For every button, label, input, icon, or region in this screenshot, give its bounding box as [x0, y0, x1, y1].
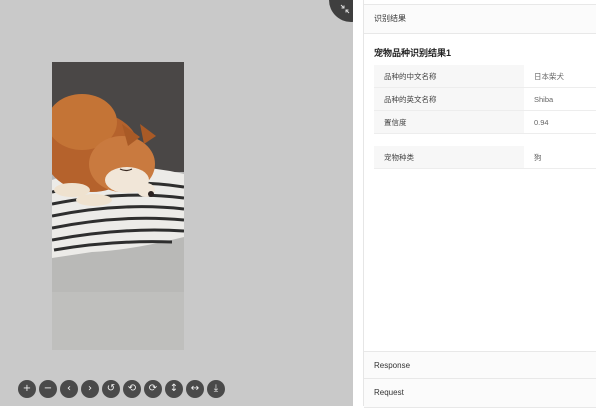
row-key: 置信度 [374, 111, 524, 133]
rotate-right-button[interactable]: ⟳ [144, 380, 162, 398]
request-header[interactable]: Request [364, 378, 596, 408]
flip-vertical-button[interactable]: ↕ [165, 380, 183, 398]
next-button[interactable]: › [81, 380, 99, 398]
flip-horizontal-icon: ↔ [190, 383, 200, 394]
download-icon: ⤓ [213, 383, 219, 394]
zoom-in-button[interactable]: + [18, 380, 36, 398]
flip-vertical-icon: ↕ [169, 383, 179, 394]
download-button[interactable]: ⤓ [207, 380, 225, 398]
row-key: 宠物种类 [374, 146, 524, 168]
collapse-button[interactable] [329, 0, 353, 22]
row-value: 狗 [534, 152, 542, 162]
rotate-left-button[interactable]: ⟲ [123, 380, 141, 398]
result-section-header[interactable]: 识别结果 [364, 4, 596, 34]
row-key: 品种的中文名称 [374, 65, 524, 87]
zoom-in-icon: + [22, 383, 32, 394]
request-section: Request [364, 378, 596, 408]
row-value: 0.94 [534, 117, 549, 127]
result-title: 宠物品种识别结果1 [374, 48, 452, 58]
rotate-right-icon: ⟳ [148, 383, 158, 394]
rotate-left-icon: ⟲ [127, 383, 137, 394]
zoom-out-button[interactable]: − [39, 380, 57, 398]
response-header[interactable]: Response [364, 351, 596, 381]
table-row: 置信度 0.94 [374, 111, 596, 134]
result-table: 品种的中文名称 日本柴犬 品种的英文名称 Shiba 置信度 0.94 宠物种类… [374, 65, 596, 169]
table-row: 品种的中文名称 日本柴犬 [374, 65, 596, 88]
table-row: 宠物种类 狗 [374, 146, 596, 169]
previous-button[interactable]: ‹ [60, 380, 78, 398]
image-viewer: + − ‹ › ↺ ⟲ ⟳ ↕ ↔ ⤓ [0, 0, 353, 406]
collapse-icon [340, 4, 350, 14]
row-value: Shiba [534, 94, 554, 104]
flip-horizontal-button[interactable]: ↔ [186, 380, 204, 398]
result-panel: 识别结果 宠物品种识别结果1 品种的中文名称 日本柴犬 品种的英文名称 Shib… [363, 0, 596, 408]
table-row: 品种的英文名称 Shiba [374, 88, 596, 111]
viewer-toolbar: + − ‹ › ↺ ⟲ ⟳ ↕ ↔ ⤓ [18, 380, 225, 402]
row-key: 品种的英文名称 [374, 88, 524, 110]
dog-photo [52, 62, 184, 350]
previous-icon: ‹ [67, 383, 71, 394]
reset-icon: ↺ [106, 383, 116, 394]
reset-button[interactable]: ↺ [102, 380, 120, 398]
zoom-out-icon: − [43, 383, 53, 394]
next-icon: › [88, 383, 92, 394]
response-section: Response [364, 351, 596, 381]
row-value: 日本柴犬 [534, 71, 564, 81]
